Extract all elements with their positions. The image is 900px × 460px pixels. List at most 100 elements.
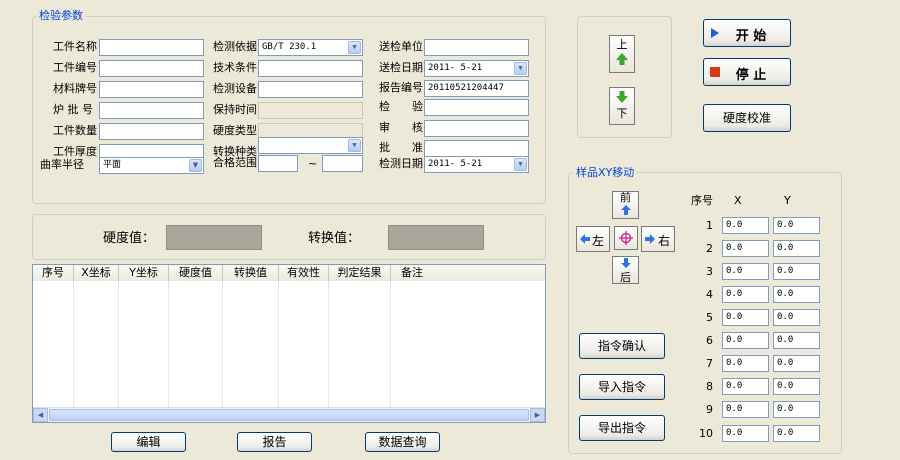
part-number-input[interactable] <box>99 60 204 77</box>
table-header-validity[interactable]: 有效性 <box>279 265 329 281</box>
import-command-button[interactable]: 导入指令 <box>579 374 665 400</box>
pass-range-max-input[interactable] <box>322 155 363 172</box>
data-query-button[interactable]: 数据查询 <box>365 432 440 452</box>
part-name-input[interactable] <box>99 39 204 56</box>
start-button[interactable]: 开 始 <box>703 19 791 47</box>
label-technical-conditions: 技术条件 <box>213 61 257 74</box>
label-part-number: 工件编号 <box>53 61 97 74</box>
label-inspector: 检 验 <box>379 100 423 113</box>
data-table[interactable]: 序号 X坐标 Y坐标 硬度值 转换值 有效性 判定结果 备注 ◀ ▶ <box>32 264 546 423</box>
xy-row-x-input[interactable]: 0.0 <box>722 401 769 418</box>
up-button[interactable]: 上 <box>609 35 635 73</box>
table-header-x[interactable]: X坐标 <box>74 265 119 281</box>
table-header-seq[interactable]: 序号 <box>33 265 74 281</box>
xy-col-x-header: X <box>734 194 742 207</box>
xy-row-y-input[interactable]: 0.0 <box>773 263 820 280</box>
label-part-quantity: 工件数量 <box>53 124 97 137</box>
xy-row-y-input[interactable]: 0.0 <box>773 217 820 234</box>
report-button[interactable]: 报告 <box>237 432 312 452</box>
table-header-y[interactable]: Y坐标 <box>119 265 169 281</box>
submitting-unit-input[interactable] <box>424 39 529 56</box>
export-command-button[interactable]: 导出指令 <box>579 415 665 441</box>
test-date-picker[interactable]: 2011- 5-21 ▼ <box>424 156 529 173</box>
xy-row-x-input[interactable]: 0.0 <box>722 240 769 257</box>
left-button[interactable]: 左 <box>576 226 610 252</box>
up-label: 上 <box>616 38 628 51</box>
arrow-left-icon <box>580 234 590 244</box>
approver-input[interactable] <box>424 140 529 157</box>
table-header-hardness[interactable]: 硬度值 <box>169 265 223 281</box>
table-header-remarks[interactable]: 备注 <box>391 265 545 281</box>
xy-row-y-input[interactable]: 0.0 <box>773 355 820 372</box>
conversion-type-select[interactable]: ▼ <box>258 137 363 154</box>
xy-row-x-input[interactable]: 0.0 <box>722 286 769 303</box>
stop-button[interactable]: 停 止 <box>703 58 791 86</box>
material-grade-input[interactable] <box>99 81 204 98</box>
xy-row-x-input[interactable]: 0.0 <box>722 263 769 280</box>
xy-row-number: 8 <box>706 380 713 393</box>
xy-row-y-input[interactable]: 0.0 <box>773 378 820 395</box>
technical-conditions-input[interactable] <box>258 60 363 77</box>
hardness-value-display <box>166 225 262 250</box>
xy-row-y-input[interactable]: 0.0 <box>773 401 820 418</box>
submission-date-value: 2011- 5-21 <box>428 63 483 73</box>
test-equipment-input[interactable] <box>258 81 363 98</box>
chevron-down-icon[interactable]: ▼ <box>348 139 361 152</box>
front-button[interactable]: 前 <box>612 191 639 219</box>
submission-date-picker[interactable]: 2011- 5-21 ▼ <box>424 60 529 77</box>
table-header-result[interactable]: 判定结果 <box>329 265 391 281</box>
xy-row-number: 4 <box>706 288 713 301</box>
curvature-radius-select[interactable]: 平面 ▼ <box>99 157 204 174</box>
scroll-left-icon[interactable]: ◀ <box>33 408 48 422</box>
xy-row-x-input[interactable]: 0.0 <box>722 378 769 395</box>
batch-number-input[interactable] <box>99 102 204 119</box>
xy-row-number: 3 <box>706 265 713 278</box>
chevron-down-icon[interactable]: ▼ <box>189 159 202 172</box>
xy-row-y-input[interactable]: 0.0 <box>773 309 820 326</box>
scrollbar-thumb[interactable] <box>49 409 529 421</box>
xy-row-x-input[interactable]: 0.0 <box>722 309 769 326</box>
xy-row-number: 5 <box>706 311 713 324</box>
edit-button[interactable]: 编辑 <box>111 432 186 452</box>
command-confirm-button[interactable]: 指令确认 <box>579 333 665 359</box>
table-header-converted[interactable]: 转换值 <box>223 265 279 281</box>
xy-row-x-input[interactable]: 0.0 <box>722 425 769 442</box>
chevron-down-icon[interactable]: ▼ <box>514 62 527 75</box>
conversion-label: 转换值： <box>308 231 361 246</box>
inspection-params-title: 检验参数 <box>36 7 86 23</box>
column-divider <box>328 281 329 407</box>
report-number-input[interactable]: 20110521204447 <box>424 80 529 97</box>
column-divider <box>73 281 74 407</box>
down-button[interactable]: 下 <box>609 87 635 125</box>
back-button[interactable]: 后 <box>612 256 639 284</box>
label-part-name: 工件名称 <box>53 40 97 53</box>
reviewer-input[interactable] <box>424 120 529 137</box>
xy-row-number: 2 <box>706 242 713 255</box>
xy-row-x-input[interactable]: 0.0 <box>722 332 769 349</box>
xy-move-title: 样品XY移动 <box>573 164 638 180</box>
down-label: 下 <box>616 107 628 120</box>
inspector-input[interactable] <box>424 99 529 116</box>
xy-row-y-input[interactable]: 0.0 <box>773 286 820 303</box>
xy-row-number: 10 <box>699 427 713 440</box>
label-submission-date: 送检日期 <box>379 61 423 74</box>
hardness-calibration-button[interactable]: 硬度校准 <box>703 104 791 132</box>
test-standard-select[interactable]: GB/T 230.1 ▼ <box>258 39 363 56</box>
xy-row-y-input[interactable]: 0.0 <box>773 425 820 442</box>
scroll-right-icon[interactable]: ▶ <box>530 408 545 422</box>
xy-row-y-input[interactable]: 0.0 <box>773 240 820 257</box>
left-label: 左 <box>592 234 605 248</box>
part-quantity-input[interactable] <box>99 123 204 140</box>
chevron-down-icon[interactable]: ▼ <box>348 41 361 54</box>
xy-row-x-input[interactable]: 0.0 <box>722 217 769 234</box>
chevron-down-icon[interactable]: ▼ <box>514 158 527 171</box>
right-button[interactable]: 右 <box>641 226 675 252</box>
home-button[interactable] <box>614 226 638 250</box>
label-part-thickness: 工件厚度 <box>53 145 97 158</box>
xy-row-y-input[interactable]: 0.0 <box>773 332 820 349</box>
horizontal-scrollbar[interactable]: ◀ ▶ <box>33 407 545 422</box>
pass-range-min-input[interactable] <box>258 155 298 172</box>
crosshair-icon <box>619 231 633 245</box>
xy-row-number: 7 <box>706 357 713 370</box>
xy-row-x-input[interactable]: 0.0 <box>722 355 769 372</box>
